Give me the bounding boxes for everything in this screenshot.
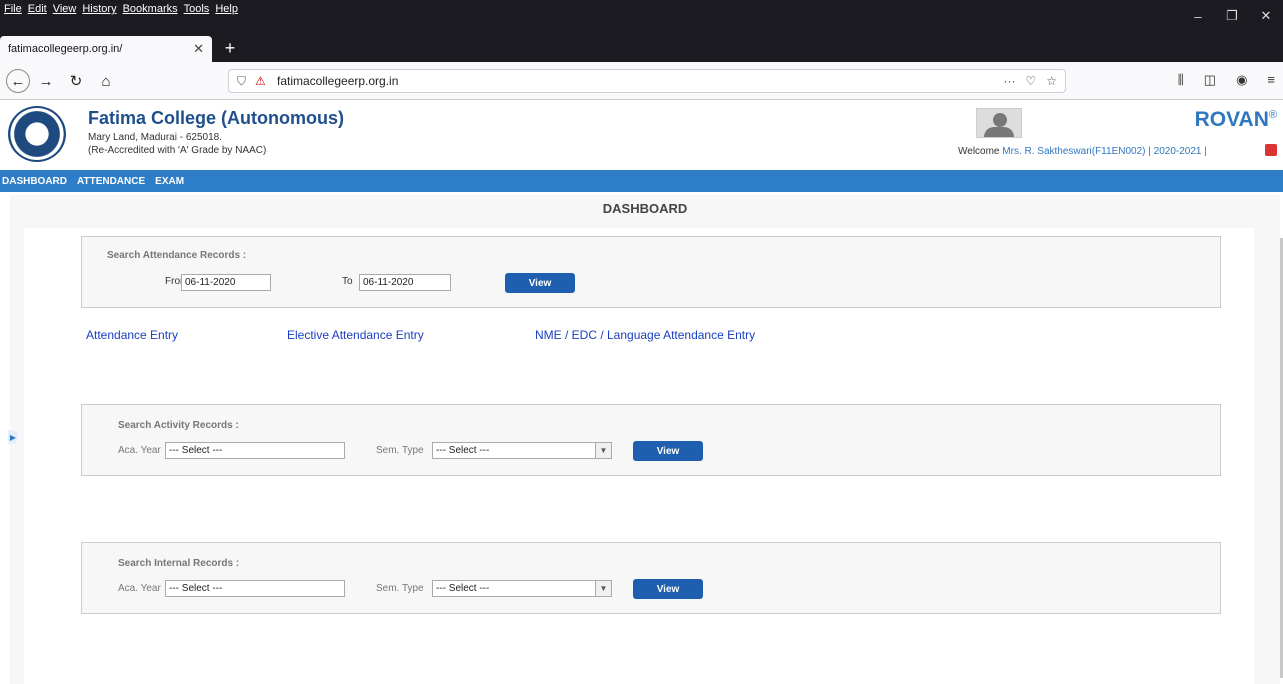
page-title: DASHBOARD	[602, 201, 688, 216]
activity-search-panel: Search Activity Records : Aca. Year --- …	[81, 404, 1221, 476]
back-icon[interactable]: ←	[6, 69, 30, 93]
menu-tools[interactable]: Tools	[184, 3, 210, 15]
attendance-search-title: Search Attendance Records :	[107, 250, 247, 261]
internal-search-panel: Search Internal Records : Aca. Year --- …	[81, 542, 1221, 614]
restore-icon[interactable]: ❐	[1215, 0, 1249, 32]
nav-exam[interactable]: EXAM	[155, 176, 184, 187]
library-icon[interactable]: ⫼	[1178, 72, 1184, 88]
url-actions: ··· ♡ ☆	[1003, 74, 1057, 88]
internal-year-label: Aca. Year	[118, 583, 161, 594]
reload-icon[interactable]: ↻	[64, 69, 88, 93]
chevron-down-icon[interactable]: ▼	[595, 581, 611, 596]
menu-file[interactable]: File	[4, 3, 22, 15]
sidebar-toggle-icon[interactable]: ▶	[8, 430, 18, 444]
chevron-down-icon[interactable]: ▼	[595, 443, 611, 458]
attendance-view-button[interactable]: View	[505, 273, 575, 293]
menu-edit[interactable]: Edit	[28, 3, 47, 15]
tab-strip: fatimacollegeerp.org.in/ ✕ +	[0, 32, 1283, 62]
menu-help[interactable]: Help	[215, 3, 238, 15]
menu-history[interactable]: History	[82, 3, 116, 15]
toolbar-icons: ⫼ ◫ ◉ ≡	[1178, 72, 1275, 88]
attendance-entry-link[interactable]: Attendance Entry	[86, 328, 178, 342]
navigation-bar: ← → ↻ ⌂ ⛉ ⚠ fatimacollegeerp.org.in ··· …	[0, 62, 1283, 100]
shield-icon[interactable]: ⛉	[237, 74, 255, 89]
menu-items: File Edit View History Bookmarks Tools H…	[4, 3, 238, 15]
college-name: Fatima College (Autonomous)	[88, 108, 344, 128]
window-controls: – ❐ ✕	[1181, 0, 1283, 32]
menu-bar: File Edit View History Bookmarks Tools H…	[0, 0, 1283, 32]
brand-mark: ®	[1268, 109, 1277, 121]
brand-name: ROVAN	[1194, 108, 1269, 131]
brand-logo: ROVAN®	[1195, 108, 1277, 132]
nme-edc-language-attendance-link[interactable]: NME / EDC / Language Attendance Entry	[535, 328, 755, 342]
nav-dashboard[interactable]: DASHBOARD	[2, 176, 67, 187]
tab-close-icon[interactable]: ✕	[193, 41, 204, 57]
browser-tab[interactable]: fatimacollegeerp.org.in/ ✕	[0, 36, 212, 62]
internal-sem-label: Sem. Type	[376, 583, 424, 594]
activity-sem-select[interactable]: --- Select --- ▼	[432, 442, 612, 459]
bookmark-star-icon[interactable]: ☆	[1046, 74, 1057, 88]
user-name-link[interactable]: Mrs. R. Saktheswari(F11EN002)	[1002, 146, 1145, 157]
to-date-input[interactable]: 06-11-2020	[359, 274, 451, 291]
welcome-label: Welcome	[958, 146, 1000, 157]
activity-search-title: Search Activity Records :	[118, 420, 239, 431]
home-icon[interactable]: ⌂	[94, 69, 118, 93]
logout-icon[interactable]	[1265, 144, 1277, 156]
pocket-icon[interactable]: ♡	[1025, 74, 1036, 88]
activity-year-input[interactable]: --- Select ---	[165, 442, 345, 459]
main-nav: DASHBOARD ATTENDANCE EXAM	[0, 170, 1283, 192]
content-area: DASHBOARD Search Attendance Records : Fr…	[10, 195, 1280, 684]
insecure-lock-icon[interactable]: ⚠	[255, 74, 273, 88]
activity-year-label: Aca. Year	[118, 445, 161, 456]
internal-search-title: Search Internal Records :	[118, 558, 240, 569]
page-actions-icon[interactable]: ···	[1003, 74, 1015, 88]
college-logo	[8, 106, 66, 162]
close-icon[interactable]: ✕	[1249, 0, 1283, 32]
nav-attendance[interactable]: ATTENDANCE	[77, 176, 145, 187]
activity-sem-label: Sem. Type	[376, 445, 424, 456]
site-header: Fatima College (Autonomous) Mary Land, M…	[0, 100, 1283, 166]
activity-view-button[interactable]: View	[633, 441, 703, 461]
minimize-icon[interactable]: –	[1181, 0, 1215, 32]
web-page: Fatima College (Autonomous) Mary Land, M…	[0, 100, 1283, 684]
new-tab-icon[interactable]: +	[218, 36, 242, 60]
url-text[interactable]: fatimacollegeerp.org.in	[277, 74, 1003, 88]
menu-bookmarks[interactable]: Bookmarks	[123, 3, 178, 15]
tab-title: fatimacollegeerp.org.in/	[8, 43, 123, 55]
dashboard-body: Search Attendance Records : From 06-11-2…	[24, 228, 1254, 684]
college-accreditation: (Re-Accredited with 'A' Grade by NAAC)	[88, 145, 267, 156]
internal-sem-select[interactable]: --- Select --- ▼	[432, 580, 612, 597]
activity-sem-value: --- Select ---	[436, 445, 490, 456]
college-address: Mary Land, Madurai - 625018.	[88, 132, 222, 143]
internal-sem-value: --- Select ---	[436, 583, 490, 594]
internal-view-button[interactable]: View	[633, 579, 703, 599]
welcome-text: Welcome Mrs. R. Saktheswari(F11EN002) | …	[958, 146, 1207, 157]
menu-view[interactable]: View	[53, 3, 77, 15]
app-menu-icon[interactable]: ≡	[1267, 72, 1275, 88]
attendance-search-panel: Search Attendance Records : From 06-11-2…	[81, 236, 1221, 308]
user-avatar	[976, 108, 1022, 138]
internal-year-input[interactable]: --- Select ---	[165, 580, 345, 597]
elective-attendance-entry-link[interactable]: Elective Attendance Entry	[287, 328, 424, 342]
from-date-input[interactable]: 06-11-2020	[181, 274, 271, 291]
url-bar[interactable]: ⛉ ⚠ fatimacollegeerp.org.in ··· ♡ ☆	[228, 69, 1066, 93]
academic-year[interactable]: | 2020-2021 |	[1148, 146, 1207, 157]
to-label: To	[342, 276, 353, 287]
sidebar-icon[interactable]: ◫	[1204, 72, 1216, 88]
account-icon[interactable]: ◉	[1236, 72, 1247, 88]
forward-icon[interactable]: →	[34, 69, 58, 93]
